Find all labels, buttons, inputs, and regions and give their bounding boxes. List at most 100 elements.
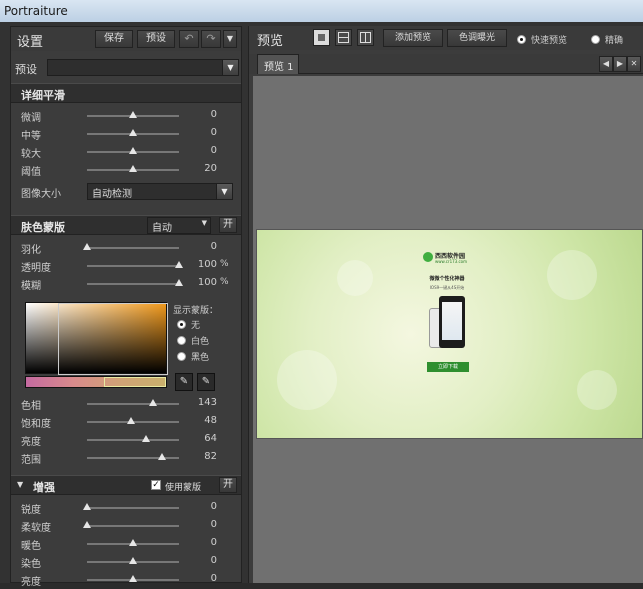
slider-row-latitude: 范围 82 <box>11 449 241 467</box>
preset-button[interactable]: 预设 <box>137 30 175 48</box>
hue-bar[interactable] <box>25 376 167 388</box>
skin-mask-mode-dropdown[interactable]: 自动 ▼ <box>147 217 211 234</box>
tab-prev-icon[interactable]: ◀ <box>599 56 613 72</box>
enhance-toggle-button[interactable]: 开 <box>219 477 237 493</box>
slider-label: 饱和度 <box>21 419 51 430</box>
preview-canvas[interactable]: 西西软件园 www.cr173.com 微微个性化神器 IOS9一键从4S开始 … <box>253 76 643 583</box>
chevron-down-icon: ▼ <box>222 60 238 75</box>
bokeh-decoration <box>337 260 373 296</box>
slider-value: 0 <box>210 241 217 252</box>
slider-track[interactable] <box>87 265 179 267</box>
radio-button[interactable] <box>517 35 526 44</box>
slider-thumb[interactable] <box>141 435 150 442</box>
show-mask-label: 显示蒙版： <box>173 306 219 316</box>
slider-track[interactable] <box>87 283 179 285</box>
radio-button[interactable] <box>177 320 186 329</box>
slider-thumb[interactable] <box>129 147 137 154</box>
slider-thumb[interactable] <box>83 243 91 250</box>
bokeh-decoration <box>277 350 337 410</box>
collapse-arrow-icon[interactable]: ▼ <box>17 480 23 489</box>
slider-label: 中等 <box>21 131 41 142</box>
split-horizontal-icon[interactable] <box>335 29 352 46</box>
settings-menu-arrow-icon[interactable]: ▼ <box>223 30 237 48</box>
slider-row-tint: 染色 0 <box>11 553 241 571</box>
bokeh-decoration <box>547 250 597 300</box>
skin-mask-toggle-button[interactable]: 开 <box>219 217 237 233</box>
detail-smoothing-header[interactable]: 详细平滑 <box>11 83 241 103</box>
slider-value: 20 <box>204 163 217 174</box>
radio-label: 无 <box>191 321 201 331</box>
slider-label: 微调 <box>21 113 41 124</box>
gamut-button[interactable]: 色调曝光 <box>447 29 507 47</box>
image-size-row: 图像大小 自动检测 ▼ <box>11 183 241 201</box>
eyedropper-icon[interactable]: ✎ <box>175 373 193 391</box>
slider-label: 色相 <box>21 401 41 412</box>
slider-track[interactable] <box>87 525 179 527</box>
enhance-header[interactable]: ▼ 增强 ✓ 使用蒙版 开 <box>11 475 241 495</box>
enhance-title: 增强 <box>33 481 55 494</box>
preview-title: 预览 <box>257 34 284 49</box>
hue-range-selection[interactable] <box>104 377 166 387</box>
preset-row: 预设 ▼ <box>11 57 241 79</box>
slider-thumb[interactable] <box>83 503 91 510</box>
slider-track[interactable] <box>87 403 179 405</box>
single-view-icon[interactable] <box>313 29 330 46</box>
slider-row-fine: 微调 0 <box>11 107 241 125</box>
slider-thumb[interactable] <box>83 521 91 528</box>
download-badge: 立即下载 <box>427 362 469 372</box>
slider-unit: % <box>220 277 229 287</box>
slider-value: 0 <box>210 501 217 512</box>
radio-button[interactable] <box>177 352 186 361</box>
slider-unit: % <box>220 259 229 269</box>
add-preview-button[interactable]: 添加预览 <box>383 29 443 47</box>
slider-label: 暖色 <box>21 541 41 552</box>
split-vertical-icon[interactable] <box>357 29 374 46</box>
site-logo-icon <box>423 252 433 262</box>
radio-button[interactable] <box>591 35 600 44</box>
tab-preview-1[interactable]: 预览 1 <box>257 54 299 74</box>
color-range-selection[interactable] <box>58 303 168 375</box>
window-title-bar: Portraiture <box>0 0 643 22</box>
slider-thumb[interactable] <box>175 261 183 268</box>
skin-mask-header[interactable]: 肤色蒙版 自动 ▼ 开 <box>11 215 241 235</box>
slider-label: 范围 <box>21 455 41 466</box>
slider-label: 亮度 <box>21 437 41 448</box>
slider-value: 143 <box>197 397 217 408</box>
slider-row-blur: 模糊 100 % <box>11 275 241 293</box>
slider-track[interactable] <box>87 247 179 249</box>
slider-row-threshold: 阈值 20 <box>11 161 241 179</box>
use-mask-checkbox[interactable]: ✓ <box>151 480 161 490</box>
image-size-dropdown[interactable]: 自动检测 ▼ <box>87 183 233 200</box>
slider-thumb[interactable] <box>149 399 158 406</box>
preview-image[interactable]: 西西软件园 www.cr173.com 微微个性化神器 IOS9一键从4S开始 … <box>256 229 643 439</box>
slider-thumb[interactable] <box>129 165 137 172</box>
preview-header: 预览 添加预览 色调曝光 快速预览 精确 <box>249 26 643 50</box>
preset-dropdown[interactable]: ▼ <box>47 59 239 76</box>
slider-label: 亮度 <box>21 577 41 588</box>
save-button[interactable]: 保存 <box>95 30 133 48</box>
slider-value: 0 <box>210 145 217 156</box>
slider-thumb[interactable] <box>127 417 136 424</box>
slider-label: 透明度 <box>21 263 51 274</box>
slider-thumb[interactable] <box>158 453 167 460</box>
slider-row-warmth: 暖色 0 <box>11 535 241 553</box>
slider-track[interactable] <box>87 439 179 441</box>
tab-next-icon[interactable]: ▶ <box>613 56 627 72</box>
slider-track[interactable] <box>87 507 179 509</box>
slider-value: 100 <box>197 259 217 270</box>
slider-value: 0 <box>210 573 217 584</box>
skin-color-picker[interactable] <box>25 302 168 375</box>
radio-button[interactable] <box>177 336 186 345</box>
redo-icon[interactable]: ↷ <box>201 30 221 48</box>
close-icon[interactable]: ✕ <box>627 56 641 72</box>
preview-tab-bar: 预览 1 ◀ ▶ ✕ <box>249 54 643 74</box>
slider-thumb[interactable] <box>129 575 137 582</box>
slider-thumb[interactable] <box>129 557 137 564</box>
undo-icon[interactable]: ↶ <box>179 30 199 48</box>
slider-thumb[interactable] <box>175 279 183 286</box>
slider-thumb[interactable] <box>129 129 137 136</box>
eyedropper-add-icon[interactable]: ✎ <box>197 373 215 391</box>
slider-thumb[interactable] <box>129 111 137 118</box>
settings-title: 设置 <box>17 35 44 50</box>
slider-thumb[interactable] <box>129 539 137 546</box>
